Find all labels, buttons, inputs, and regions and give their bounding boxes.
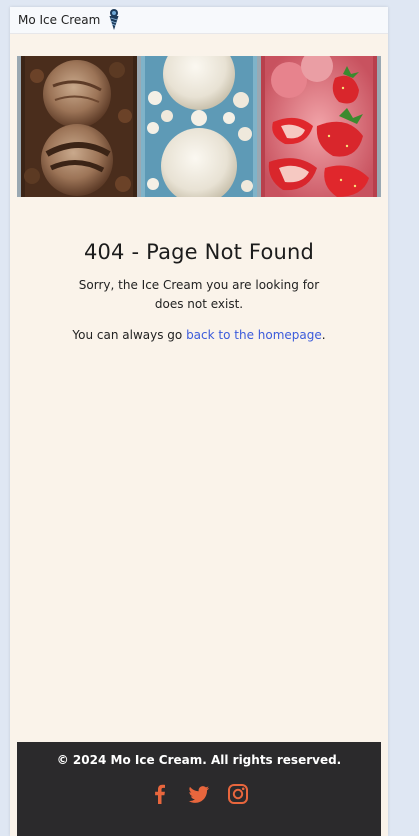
window-scrollbar[interactable] xyxy=(388,0,419,836)
footer: © 2024 Mo Ice Cream. All rights reserved… xyxy=(17,742,381,836)
page-title: 404 - Page Not Found xyxy=(83,240,315,264)
social-links xyxy=(17,783,381,805)
twitter-icon[interactable] xyxy=(188,783,210,805)
error-message: Sorry, the Ice Cream you are looking for… xyxy=(78,278,320,311)
navbar: Mo Ice Cream xyxy=(10,7,388,34)
back-to-homepage-link[interactable]: back to the homepage xyxy=(186,328,322,342)
brand-name: Mo Ice Cream xyxy=(18,13,101,27)
hero-banner xyxy=(17,56,381,197)
ice-cream-cone-icon xyxy=(107,8,121,32)
home-hint: You can always go back to the homepage. xyxy=(10,328,388,342)
ice-cream-tubs-image xyxy=(17,56,381,197)
error-content: 404 - Page Not Found Sorry, the Ice Crea… xyxy=(10,240,388,354)
facebook-icon[interactable] xyxy=(149,783,171,805)
home-prefix: You can always go xyxy=(72,328,187,342)
instagram-icon[interactable] xyxy=(227,783,249,805)
home-suffix: . xyxy=(321,328,326,342)
page-container: Mo Ice Cream 404 - Page Not Found Sorry,… xyxy=(10,7,388,836)
copyright-text: © 2024 Mo Ice Cream. All rights reserved… xyxy=(56,753,342,767)
brand-link[interactable]: Mo Ice Cream xyxy=(18,7,121,33)
